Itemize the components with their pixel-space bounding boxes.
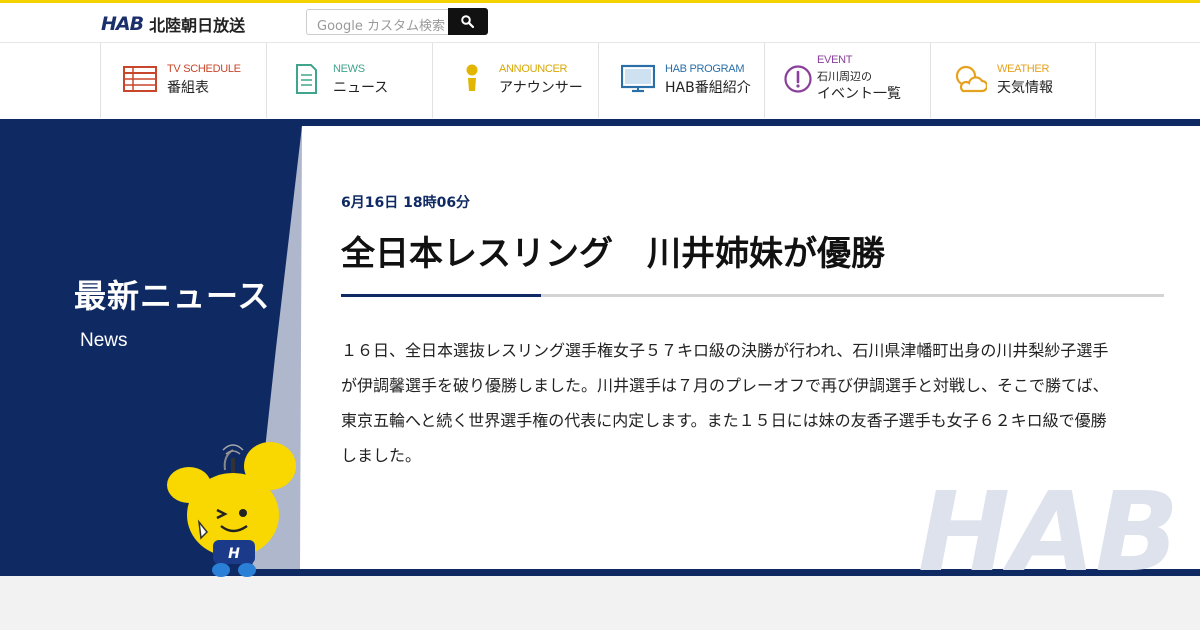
main-nav: TV SCHEDULE 番組表 NEWS ニュース ANNOUNCER アナウン… (0, 42, 1200, 119)
article-headline: 全日本レスリング 川井姉妹が優勝 (341, 234, 885, 274)
nav-label-en: TV SCHEDULE (167, 63, 241, 75)
article-body: １６日、全日本選抜レスリング選手権女子５７キロ級の決勝が行われ、石川県津幡町出身… (341, 341, 1109, 465)
nav-item-news[interactable]: NEWS ニュース (266, 43, 432, 118)
section-title: 最新ニュース (74, 277, 271, 315)
nav-label-jp: ニュース (333, 80, 389, 96)
svg-text:H: H (228, 546, 240, 562)
nav-item-announcer[interactable]: ANNOUNCER アナウンサー (432, 43, 598, 118)
nav-label-jp: イベント一覧 (817, 86, 901, 102)
nav-item-hab-program[interactable]: HAB PROGRAM HAB番組紹介 (598, 43, 764, 118)
section-subtitle: News (80, 330, 128, 351)
logo-mark: HAB (101, 13, 144, 35)
top-header: HAB 北陸朝日放送 Google カスタム検索 (0, 0, 1200, 42)
nav-label-en: EVENT (817, 54, 853, 66)
watermark-text: HAB (918, 486, 1179, 570)
nav-label-jp: アナウンサー (499, 80, 583, 96)
hab-watermark-logo: HAB (918, 486, 1179, 570)
nav-label-jp: HAB番組紹介 (665, 80, 751, 96)
nav-item-tv-schedule[interactable]: TV SCHEDULE 番組表 (100, 43, 266, 118)
nav-label-en: NEWS (333, 63, 365, 75)
nav-label-en: HAB PROGRAM (665, 63, 745, 75)
nav-label-jp: 番組表 (167, 80, 209, 96)
exclamation-icon (784, 65, 812, 93)
mascot-image: H (167, 442, 296, 577)
nav-label-jp-small: 石川周辺の (817, 70, 872, 83)
search-input[interactable]: Google カスタム検索 (306, 9, 448, 35)
monitor-icon (621, 64, 655, 93)
search-button[interactable] (448, 8, 488, 35)
nav-item-weather[interactable]: WEATHER 天気情報 (930, 43, 1096, 118)
nav-label-en: WEATHER (997, 63, 1050, 75)
nav-label-en: ANNOUNCER (499, 63, 568, 75)
weather-icon (955, 65, 987, 93)
announcer-icon (466, 64, 478, 91)
logo-name: 北陸朝日放送 (149, 16, 246, 35)
news-icon (296, 64, 317, 94)
nav-label-jp: 天気情報 (997, 80, 1053, 96)
headline-divider-accent (341, 294, 541, 297)
site-logo[interactable]: HAB 北陸朝日放送 (101, 12, 245, 36)
tv-schedule-icon (123, 66, 157, 92)
nav-item-event[interactable]: EVENT 石川周辺の イベント一覧 (764, 43, 930, 118)
search-icon (461, 15, 474, 28)
article-date: 6月16日 18時06分 (341, 195, 471, 211)
